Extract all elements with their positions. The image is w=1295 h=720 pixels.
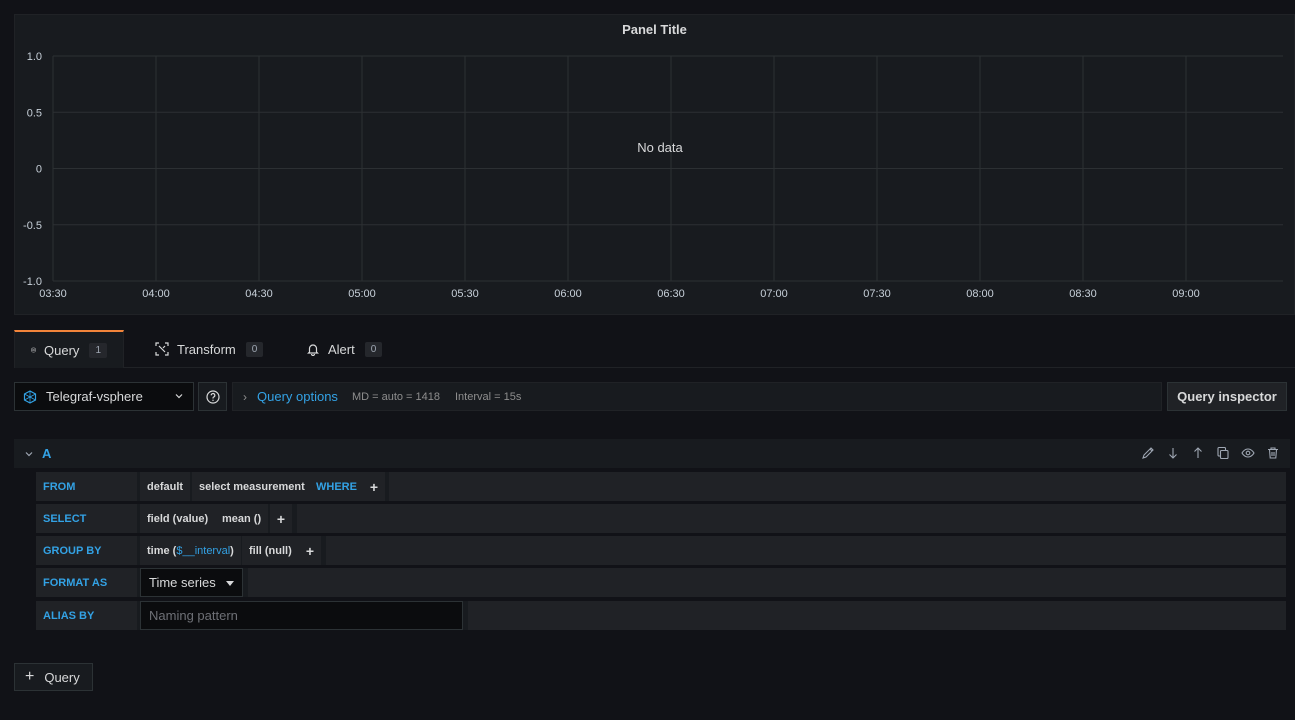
add-select-button[interactable]: + [270, 504, 292, 533]
format-as-row: FORMAT AS Time series [36, 568, 1286, 597]
caret-down-icon [226, 581, 234, 586]
tab-transform-count: 0 [245, 341, 264, 357]
add-query-button[interactable]: + Query [14, 663, 93, 691]
question-circle-icon [205, 389, 220, 404]
x-tick-label: 04:00 [142, 288, 170, 300]
help-button[interactable] [198, 382, 227, 411]
edit-icon[interactable] [1141, 446, 1155, 460]
x-tick-label: 05:30 [451, 288, 479, 300]
y-tick-label: -1.0 [23, 276, 42, 288]
alias-by-row: ALIAS BY [36, 601, 1286, 630]
database-icon [31, 347, 36, 353]
eye-icon[interactable] [1241, 446, 1255, 460]
collapse-chevron-icon[interactable] [24, 449, 34, 459]
tab-query[interactable]: Query 1 [14, 330, 124, 368]
time-suffix: ) [230, 544, 234, 557]
group-by-label: GROUP BY [36, 536, 137, 565]
field-segment[interactable]: field (value) [140, 504, 216, 533]
measurement-segment[interactable]: select measurement [192, 472, 312, 501]
tab-transform[interactable]: Transform 0 [139, 330, 279, 368]
aggregation-segment[interactable]: mean () [215, 504, 269, 533]
chevron-right-icon: › [243, 389, 247, 404]
query-options-bar[interactable]: › Query options MD = auto = 1418 Interva… [232, 382, 1162, 411]
tab-alert[interactable]: Alert 0 [290, 330, 398, 368]
y-tick-label: 0 [36, 164, 42, 176]
x-tick-label: 04:30 [245, 288, 273, 300]
format-as-row-filler [248, 568, 1286, 597]
datasource-name: Telegraf-vsphere [46, 389, 143, 404]
move-up-icon[interactable] [1191, 446, 1205, 460]
select-row-filler [297, 504, 1286, 533]
time-interval-segment[interactable]: time ($__interval) [140, 536, 241, 565]
tab-alert-count: 0 [364, 341, 383, 357]
chevron-down-icon [175, 394, 183, 399]
add-query-label: Query [44, 669, 80, 685]
x-tick-label: 05:00 [348, 288, 376, 300]
x-tick-label: 09:00 [1172, 288, 1200, 300]
query-row-actions [1141, 446, 1280, 460]
interval-variable: $__interval [176, 544, 231, 557]
transform-icon [155, 342, 169, 356]
retention-policy-segment[interactable]: default [140, 472, 191, 501]
plus-icon: + [25, 668, 35, 685]
x-tick-label: 07:00 [760, 288, 788, 300]
where-label: WHERE [309, 472, 364, 501]
datasource-picker[interactable]: Telegraf-vsphere [14, 382, 194, 411]
select-row: SELECT field (value) mean () + [36, 504, 1286, 533]
format-as-select[interactable]: Time series [140, 568, 243, 597]
x-tick-label: 06:00 [554, 288, 582, 300]
fill-segment[interactable]: fill (null) [242, 536, 299, 565]
bell-icon [307, 344, 319, 356]
graph-chart: 1.0 0.5 0 -0.5 -1.003:30 04:00 04:30 05:00 05:30… [23, 51, 1283, 300]
format-as-label: FORMAT AS [36, 568, 137, 597]
time-prefix: time ( [147, 544, 177, 557]
tab-query-count: 1 [89, 342, 107, 358]
from-label: FROM [36, 472, 137, 501]
no-data-message: No data [637, 140, 683, 155]
group-by-row: GROUP BY time ($__interval) fill (null) … [36, 536, 1286, 565]
x-tick-label: 08:00 [966, 288, 994, 300]
influxdb-icon [23, 389, 37, 404]
y-tick-label: 1.0 [27, 51, 42, 63]
tab-alert-label: Alert [328, 341, 355, 357]
query-toolbar: Telegraf-vsphere › Query options MD = au… [14, 382, 1287, 411]
x-tick-label: 03:30 [39, 288, 67, 300]
trash-icon[interactable] [1266, 446, 1280, 460]
query-inspector-button[interactable]: Query inspector [1167, 382, 1287, 411]
tab-transform-label: Transform [177, 341, 236, 357]
y-tick-label: -0.5 [23, 220, 42, 232]
duplicate-icon[interactable] [1216, 446, 1230, 460]
alias-by-input[interactable] [140, 601, 463, 630]
query-ref-id[interactable]: A [42, 446, 51, 461]
move-down-icon[interactable] [1166, 446, 1180, 460]
add-where-button[interactable]: + [363, 472, 385, 501]
x-tick-label: 07:30 [863, 288, 891, 300]
select-label: SELECT [36, 504, 137, 533]
query-row-header[interactable]: A [14, 439, 1290, 468]
add-group-by-button[interactable]: + [299, 536, 321, 565]
x-tick-label: 06:30 [657, 288, 685, 300]
interval-info: Interval = 15s [455, 390, 522, 403]
y-tick-label: 0.5 [27, 107, 42, 119]
group-by-row-filler [326, 536, 1286, 565]
format-as-value: Time series [149, 575, 216, 590]
query-options-label[interactable]: Query options [257, 389, 338, 404]
from-row: FROM default select measurement WHERE + [36, 472, 1286, 501]
x-tick-label: 08:30 [1069, 288, 1097, 300]
alias-by-label: ALIAS BY [36, 601, 137, 630]
editor-tabs: Query 1 Transform 0 Alert 0 [14, 330, 1295, 368]
alias-by-row-filler [468, 601, 1286, 630]
graph-panel: Panel Title 1.0 0.5 0 -0.5 -1.0 03:30 04:00 04:… [14, 14, 1295, 315]
max-data-points-info: MD = auto = 1418 [351, 390, 440, 403]
tab-query-label: Query [44, 342, 80, 358]
from-row-filler [389, 472, 1286, 501]
